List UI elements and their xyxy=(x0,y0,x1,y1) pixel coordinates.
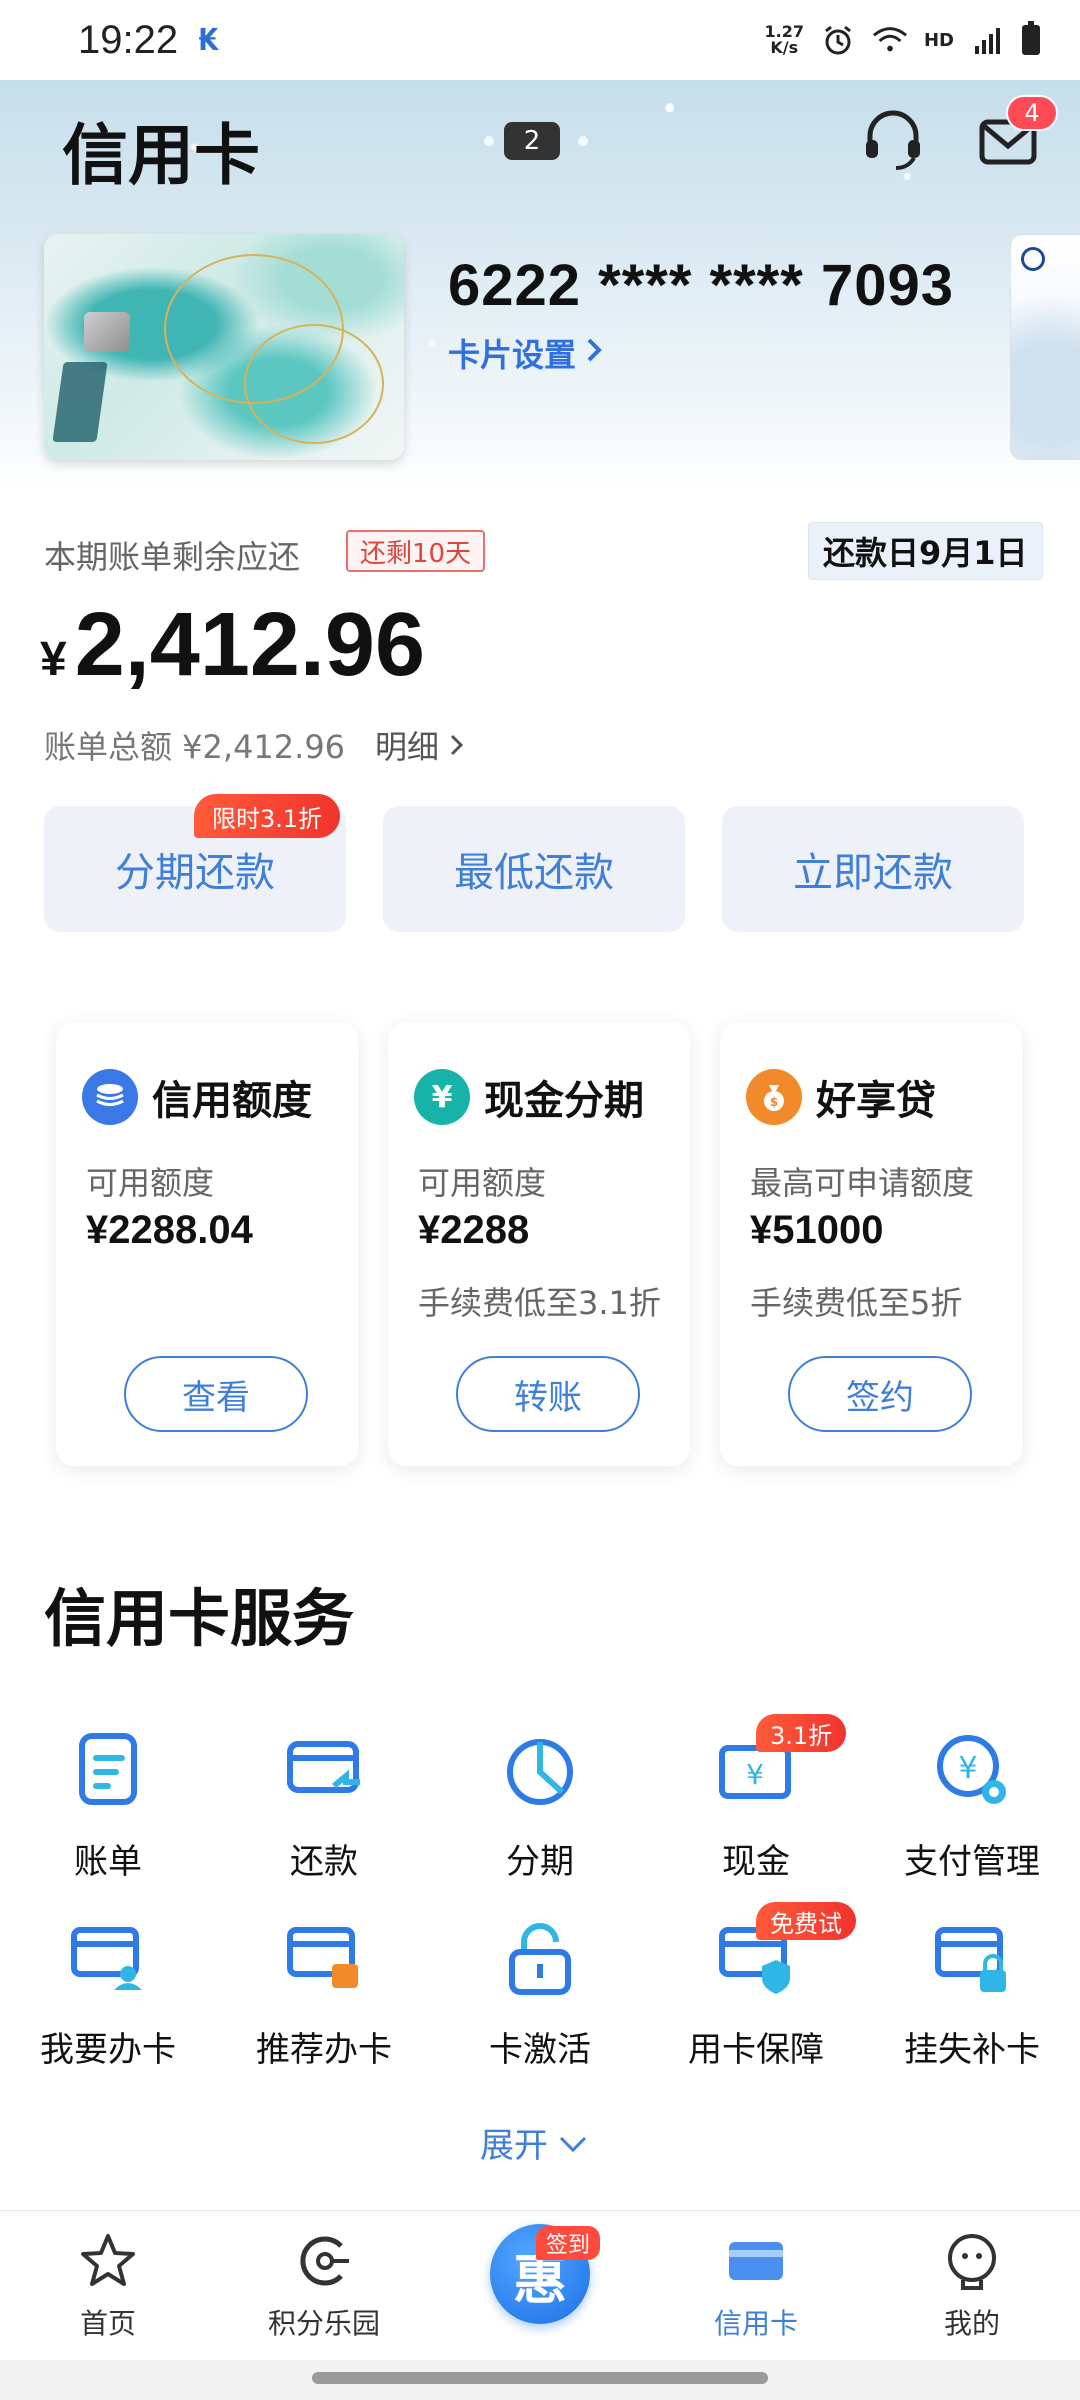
bill-total-label: 账单总额 ¥2,412.96 xyxy=(44,728,346,766)
feature-sub-label: 最高可申请额度 xyxy=(750,1164,975,1202)
bank-logo-icon xyxy=(1021,247,1045,271)
installment-promo-badge: 限时3.1折 xyxy=(194,794,341,838)
services-title: 信用卡服务 xyxy=(44,1582,355,1655)
credit-limit-card[interactable]: 信用额度 可用额度 ¥2288.04 查看 xyxy=(56,1022,358,1466)
service-apply-card[interactable]: 我要办卡 xyxy=(8,1918,208,2088)
sign-button[interactable]: 签约 xyxy=(788,1356,972,1432)
unionpay-logo xyxy=(52,362,108,442)
feature-value: ¥2288 xyxy=(418,1208,530,1252)
network-speed: 1.27 K/s xyxy=(764,22,804,57)
loan-card[interactable]: $ 好享贷 最高可申请额度 ¥51000 手续费低至5折 签约 xyxy=(720,1022,1022,1466)
recommend-card-icon xyxy=(284,1918,364,1998)
battery-icon xyxy=(1022,21,1040,55)
bill-remaining-label: 本期账单剩余应还 xyxy=(44,538,301,576)
customer-service-icon[interactable] xyxy=(858,104,928,174)
points-icon xyxy=(293,2230,355,2292)
card-settings-label: 卡片设置 xyxy=(448,336,577,374)
next-card-preview[interactable] xyxy=(1010,234,1080,460)
pager-dot xyxy=(484,136,494,146)
installment-icon xyxy=(500,1730,580,1810)
cash-installment-card[interactable]: ¥ 现金分期 可用额度 ¥2288 手续费低至3.1折 转账 xyxy=(388,1022,690,1466)
service-recommend-card[interactable]: 推荐办卡 xyxy=(224,1918,424,2088)
hd-indicator: HD xyxy=(923,29,954,51)
service-activate-card[interactable]: 卡激活 xyxy=(440,1918,640,2088)
card-decoration xyxy=(244,324,384,444)
bill-icon xyxy=(68,1730,148,1810)
svg-text:¥: ¥ xyxy=(958,1751,977,1786)
pager-dot xyxy=(578,136,588,146)
view-button[interactable]: 查看 xyxy=(124,1356,308,1432)
service-bill[interactable]: 账单 xyxy=(8,1730,208,1900)
due-date: 还款日9月1日 xyxy=(808,522,1043,580)
service-card-protection[interactable]: 用卡保障 xyxy=(656,1918,856,2088)
pay-now-button[interactable]: 立即还款 xyxy=(722,806,1024,932)
card-lock-icon xyxy=(932,1918,1012,1998)
tab-points[interactable]: 积分乐园 xyxy=(234,2230,414,2342)
card-page-indicator: 2 xyxy=(504,122,560,160)
credit-card-image[interactable] xyxy=(44,234,404,460)
chevron-right-icon xyxy=(584,334,604,372)
bill-total: 账单总额 ¥2,412.96 明细 xyxy=(44,722,465,768)
signal-icon xyxy=(970,22,1006,58)
tab-profile[interactable]: 我的 xyxy=(882,2230,1062,2342)
card-chip xyxy=(84,312,130,352)
feature-title: 现金分期 xyxy=(484,1078,644,1124)
chevron-down-icon xyxy=(558,2123,588,2163)
feature-title: 信用额度 xyxy=(152,1078,312,1124)
unlock-icon xyxy=(500,1918,580,1998)
service-repay[interactable]: 还款 xyxy=(224,1730,424,1900)
tab-home[interactable]: 首页 xyxy=(18,2230,198,2342)
status-time: 19:22 xyxy=(78,17,179,62)
feature-value: ¥2288.04 xyxy=(86,1208,253,1252)
check-in-badge: 签到 xyxy=(536,2226,601,2260)
profile-icon xyxy=(941,2230,1003,2292)
mail-badge: 4 xyxy=(1006,95,1058,131)
service-report-loss[interactable]: 挂失补卡 xyxy=(872,1918,1072,2088)
feature-fee-note: 手续费低至3.1折 xyxy=(418,1284,661,1322)
apply-card-icon xyxy=(68,1918,148,1998)
money-bag-icon: $ xyxy=(746,1069,802,1125)
amount-value: 2,412.96 xyxy=(74,595,426,695)
alarm-icon xyxy=(820,22,856,58)
transfer-button[interactable]: 转账 xyxy=(456,1356,640,1432)
feature-fee-note: 手续费低至5折 xyxy=(750,1284,963,1322)
feature-sub-label: 可用额度 xyxy=(86,1164,215,1202)
wifi-icon xyxy=(872,22,908,58)
star-icon xyxy=(77,2230,139,2292)
minimum-repay-button[interactable]: 最低还款 xyxy=(383,806,685,932)
expand-services-button[interactable]: 展开 xyxy=(480,2118,588,2167)
credit-card-icon xyxy=(725,2230,787,2292)
card-number: 6222 **** **** 7093 xyxy=(448,253,954,318)
bill-amount: ¥ 2,412.96 xyxy=(40,594,425,697)
feature-title: 好享贷 xyxy=(816,1078,936,1124)
yen-icon: ¥ xyxy=(414,1069,470,1125)
days-left-badge: 还剩10天 xyxy=(346,530,486,572)
card-settings-link[interactable]: 卡片设置 xyxy=(448,330,604,376)
status-bar: 19:22 ₭ 1.27 K/s HD xyxy=(0,0,1080,80)
bill-detail-link[interactable]: 明细 xyxy=(375,722,465,768)
currency-symbol: ¥ xyxy=(40,633,67,686)
tab-credit-card[interactable]: 信用卡 xyxy=(666,2230,846,2342)
service-payment-management[interactable]: ¥ 支付管理 xyxy=(872,1730,1072,1900)
page-title: 信用卡 xyxy=(62,117,260,194)
feature-sub-label: 可用额度 xyxy=(418,1164,547,1202)
home-indicator[interactable] xyxy=(312,2372,768,2384)
cash-promo-tag: 3.1折 xyxy=(756,1714,847,1752)
service-installment[interactable]: 分期 xyxy=(440,1730,640,1900)
payment-settings-icon: ¥ xyxy=(932,1730,1012,1810)
service-cash[interactable]: ¥ 现金 xyxy=(656,1730,856,1900)
bank-notification-icon: ₭ xyxy=(198,22,219,58)
card-protection-promo-tag: 免费试 xyxy=(756,1902,856,1940)
coins-icon xyxy=(82,1069,138,1125)
repay-icon xyxy=(284,1730,364,1810)
svg-text:$: $ xyxy=(770,1095,778,1109)
svg-text:¥: ¥ xyxy=(746,1758,764,1791)
feature-value: ¥51000 xyxy=(750,1208,884,1252)
